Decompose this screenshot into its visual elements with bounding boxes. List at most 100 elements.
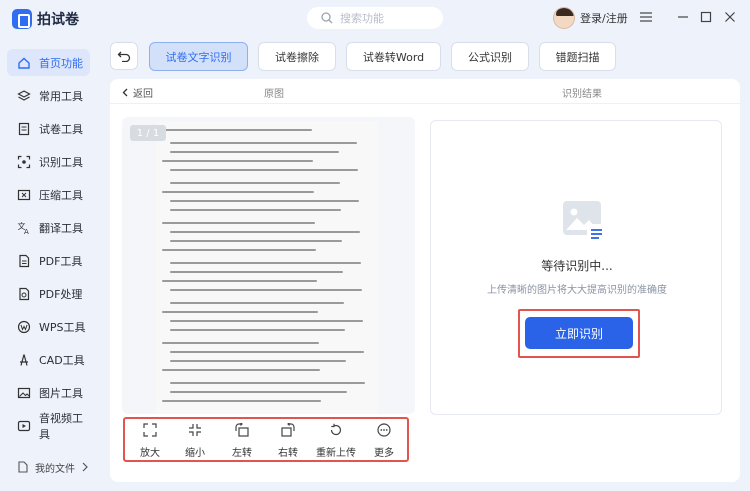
back-button[interactable] [110, 42, 138, 70]
zoom-in-button[interactable]: 放大 [128, 423, 172, 459]
paper-text-line [170, 382, 365, 384]
rotate-left-icon [235, 423, 249, 437]
rotate-left-button[interactable]: 左转 [220, 423, 264, 459]
tool-label: 放大 [140, 448, 160, 459]
rotate-right-button[interactable]: 右转 [266, 423, 310, 459]
sidebar-item-paper-tools[interactable]: 试卷工具 [7, 115, 90, 142]
paper-text-line [170, 151, 339, 153]
tool-label: 更多 [374, 448, 394, 459]
image-toolbar: 放大 缩小 左转 右转 重新上传 更多 [123, 417, 409, 462]
sidebar-item-wps-tools[interactable]: WPS工具 [7, 313, 90, 340]
home-icon [18, 57, 30, 69]
paper-text-line [170, 329, 345, 331]
paper-text-line [170, 240, 342, 242]
paper-text-line [170, 231, 360, 233]
tab-paper-text-recognition[interactable]: 试卷文字识别 [149, 42, 248, 71]
sidebar-item-label: PDF处理 [39, 287, 83, 301]
sidebar-item-label: 翻译工具 [39, 221, 83, 235]
result-card: 等待识别中... 上传清晰的图片将大大提高识别的准确度 立即识别 [430, 120, 722, 415]
highlight-frame: 立即识别 [518, 309, 640, 358]
sidebar-item-media-tools[interactable]: 音视频工具 [7, 411, 90, 441]
image-recognition-icon [563, 201, 606, 242]
sidebar-item-label: 音视频工具 [39, 411, 83, 441]
sidebar-item-label: 试卷工具 [39, 122, 83, 136]
more-button[interactable]: 更多 [362, 423, 406, 459]
chevron-right-icon [82, 462, 88, 472]
sidebar-item-pdf-process[interactable]: PDF处理 [7, 280, 90, 307]
tab-wrong-question-scan[interactable]: 错题扫描 [539, 42, 616, 71]
sidebar-item-label: 压缩工具 [39, 188, 83, 202]
undo-icon [117, 51, 131, 62]
my-files-label: 我的文件 [35, 463, 75, 475]
paper-text-line [170, 289, 362, 291]
search-placeholder: 搜索功能 [340, 12, 384, 25]
maximize-icon[interactable] [698, 9, 714, 25]
shrink-icon [189, 424, 201, 436]
reupload-button[interactable]: 重新上传 [314, 423, 358, 459]
tab-paper-erase[interactable]: 试卷擦除 [258, 42, 336, 71]
avatar [553, 7, 575, 29]
sub-header: 返回 原图 识别结果 [110, 79, 740, 104]
paper-text-line [170, 262, 361, 264]
sidebar-item-pdf-tools[interactable]: PDF工具 [7, 247, 90, 274]
scan-icon [17, 155, 31, 168]
paper-text-line [162, 160, 313, 162]
logo-icon [12, 9, 32, 29]
more-icon [377, 423, 391, 437]
sidebar-item-image-tools[interactable]: 图片工具 [7, 379, 90, 406]
sidebar-item-label: PDF工具 [39, 254, 83, 268]
minimize-icon[interactable] [675, 9, 691, 25]
sidebar-item-translate-tools[interactable]: 文A 翻译工具 [7, 214, 90, 241]
compress-icon [17, 189, 31, 200]
my-files-link[interactable]: 我的文件 [7, 456, 90, 478]
video-icon [17, 420, 31, 431]
search-input[interactable]: 搜索功能 [307, 7, 443, 29]
sidebar-item-recognition-tools[interactable]: 识别工具 [7, 148, 90, 175]
login-label: 登录/注册 [580, 12, 628, 25]
svg-text:A: A [24, 228, 29, 235]
paper-text-line [162, 400, 321, 402]
search-icon [321, 12, 333, 24]
pdf-icon [19, 254, 30, 267]
sidebar-item-home[interactable]: 首页功能 [7, 49, 90, 76]
page-indicator: 1 / 1 [130, 125, 166, 141]
wps-icon [17, 320, 31, 333]
expand-icon [143, 423, 157, 437]
sidebar-item-compress-tools[interactable]: 压缩工具 [7, 181, 90, 208]
paper-text-line [170, 302, 344, 304]
paper-text-line [162, 311, 318, 313]
original-image-label: 原图 [264, 89, 284, 100]
paper-text-line [162, 249, 316, 251]
tool-label: 缩小 [185, 448, 205, 459]
pdf-process-icon [19, 287, 30, 300]
paper-text-line [170, 271, 343, 273]
user-login[interactable]: 登录/注册 [553, 7, 628, 29]
chevron-left-icon [122, 88, 128, 97]
recognize-now-button[interactable]: 立即识别 [525, 317, 633, 349]
sidebar-item-cad-tools[interactable]: CAD工具 [7, 346, 90, 373]
paper-text-line [170, 391, 347, 393]
menu-icon[interactable] [638, 9, 654, 25]
paper-text-line [170, 351, 364, 353]
sidebar-item-label: 图片工具 [39, 386, 83, 400]
waiting-status: 等待识别中... [541, 259, 613, 273]
main-panel: 返回 原图 识别结果 1 / 1 放大 缩小 左转 右转 重新上传 更多 等待识… [110, 79, 740, 482]
back-link[interactable]: 返回 [122, 85, 153, 100]
paper-icon [18, 122, 30, 135]
tab-paper-to-word[interactable]: 试卷转Word [346, 42, 441, 71]
app-title: 拍试卷 [37, 12, 79, 28]
app-logo: 拍试卷 [12, 9, 79, 29]
translate-icon: 文A [18, 221, 30, 235]
tab-formula-recognition[interactable]: 公式识别 [451, 42, 529, 71]
sidebar-item-label: 识别工具 [39, 155, 83, 169]
tool-label: 重新上传 [316, 448, 356, 459]
zoom-out-button[interactable]: 缩小 [173, 423, 217, 459]
sidebar-item-label: CAD工具 [39, 353, 85, 367]
image-preview: 1 / 1 [122, 117, 415, 414]
image-icon [17, 387, 31, 398]
paper-text-line [162, 342, 319, 344]
sidebar-item-common-tools[interactable]: 常用工具 [7, 82, 90, 109]
paper-text-line [162, 129, 312, 131]
paper-text-line [170, 169, 358, 171]
close-icon[interactable] [722, 9, 738, 25]
